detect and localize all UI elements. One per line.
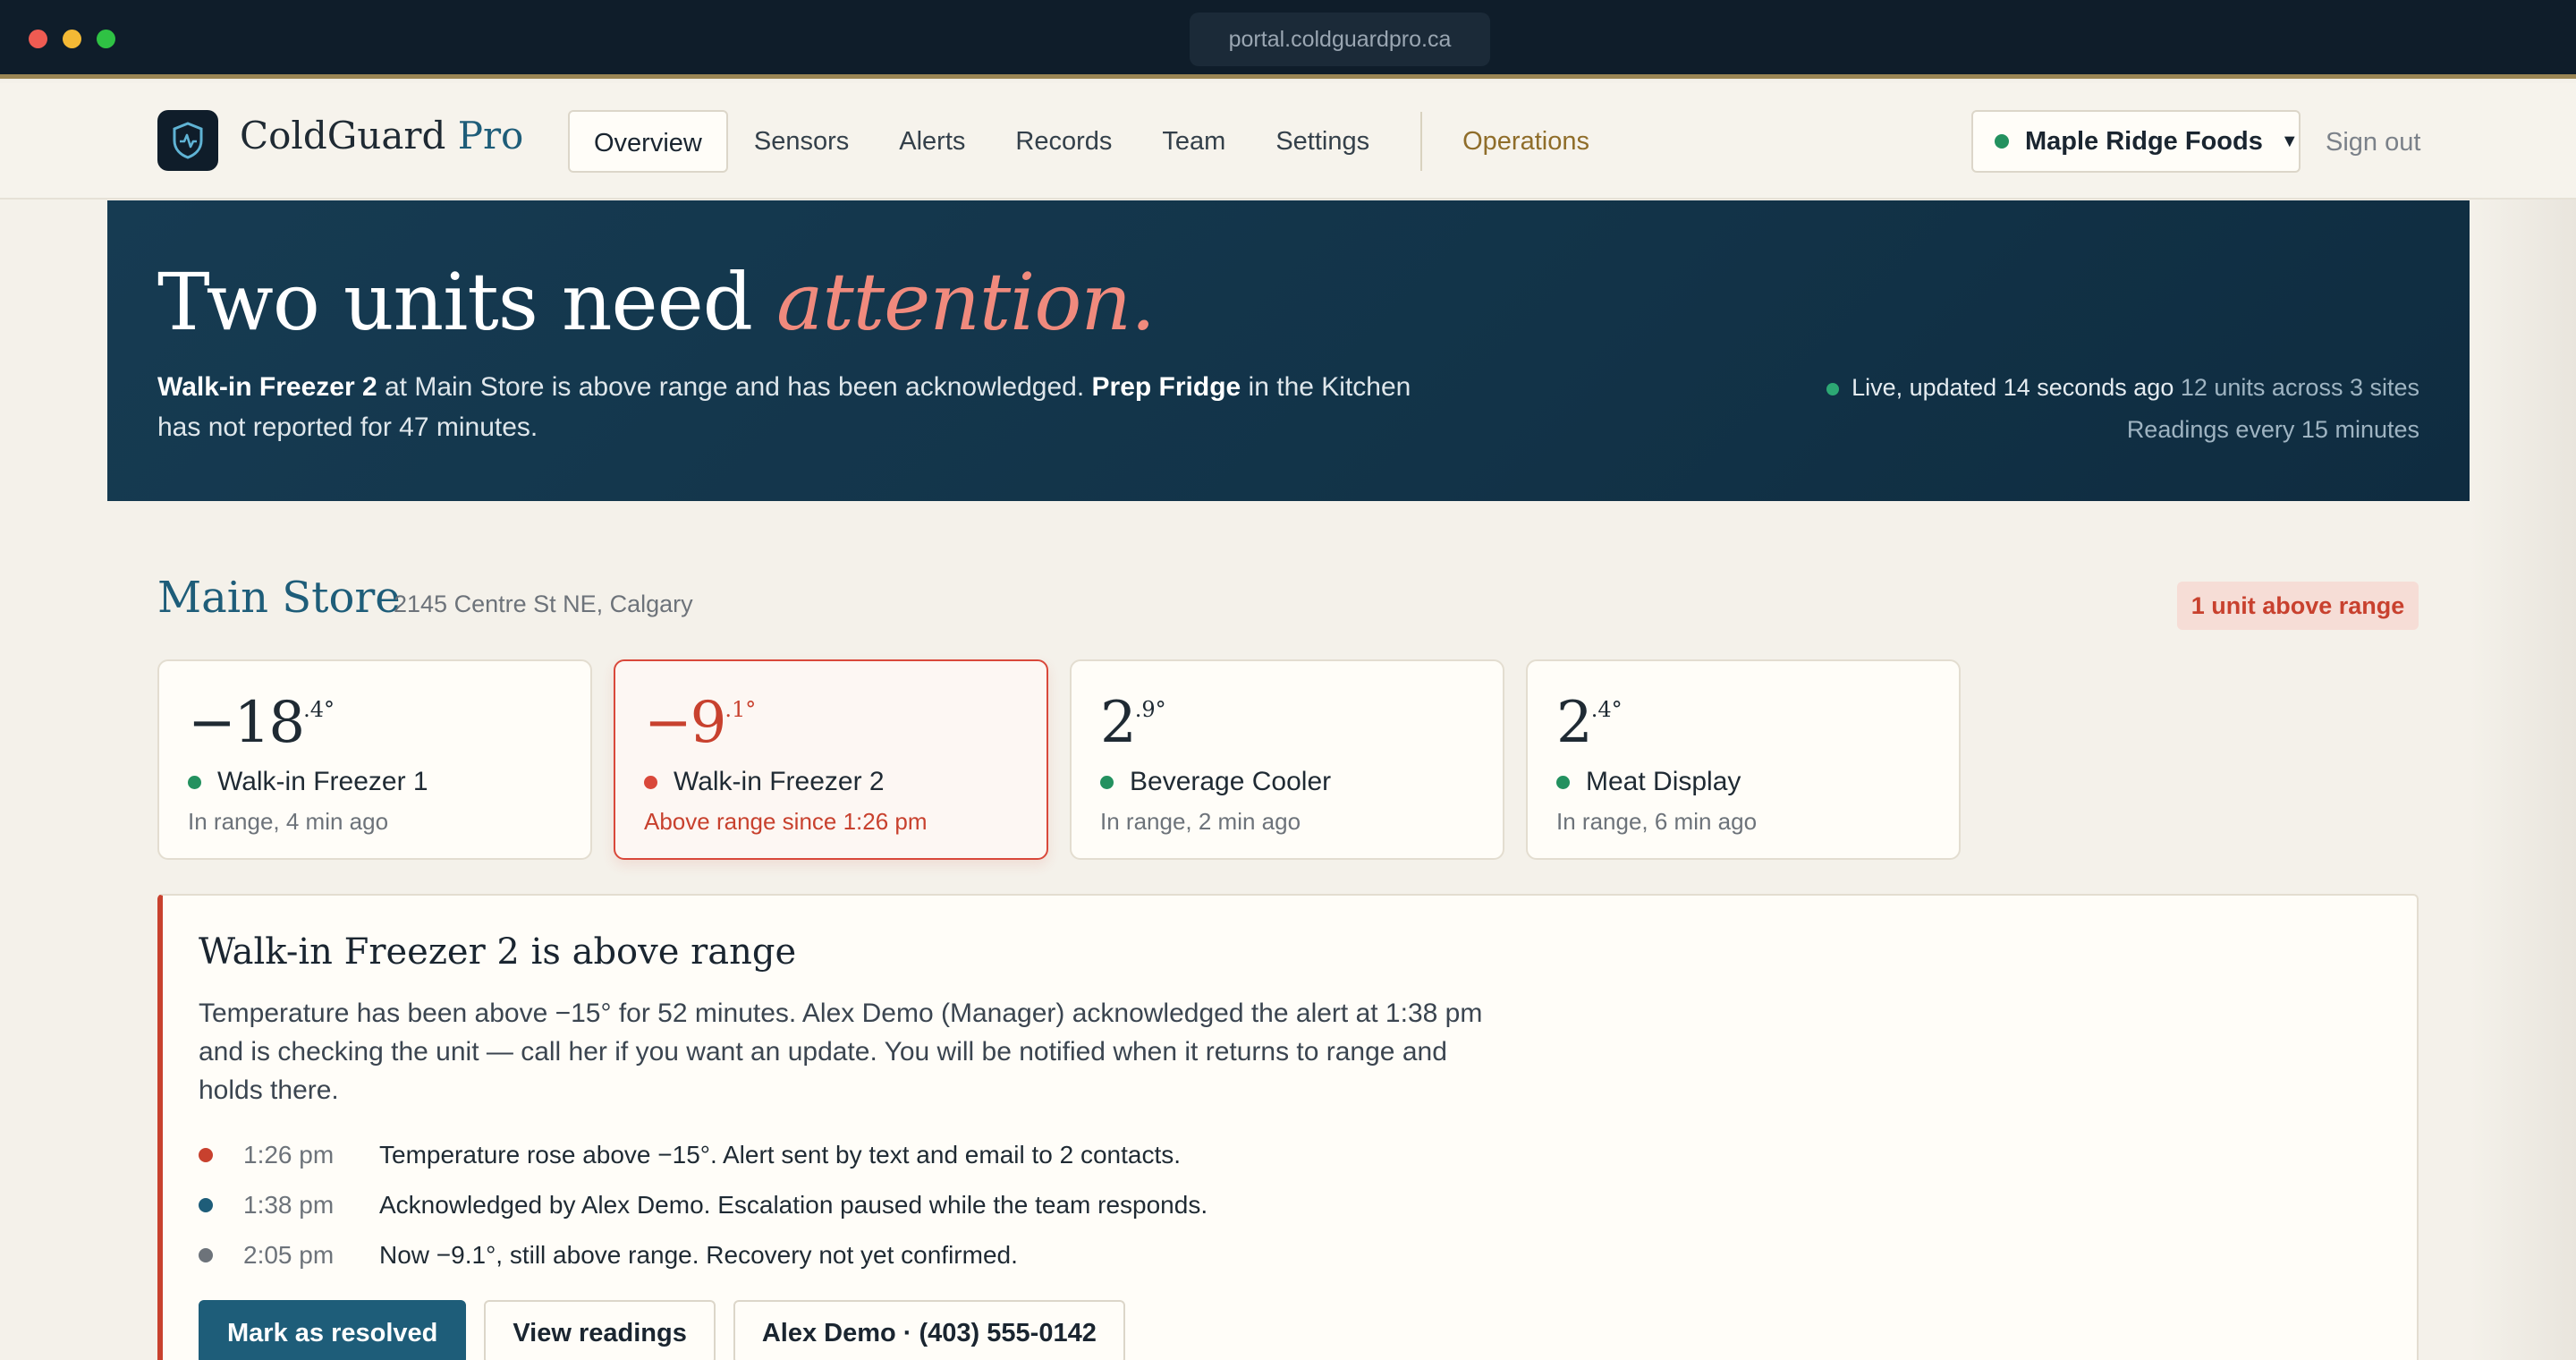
nav-item-team[interactable]: Team — [1138, 110, 1250, 173]
brand-suffix: Pro — [457, 114, 524, 157]
browser-chrome: portal.coldguardpro.ca — [0, 0, 2576, 79]
temperature-decimal: .9° — [1134, 697, 1166, 722]
timeline-item: 1:26 pm Temperature rose above −15°. Ale… — [199, 1130, 1208, 1180]
unit-name: Walk-in Freezer 2 — [644, 767, 885, 797]
close-window-button[interactable] — [29, 30, 47, 48]
scroll-edge — [2469, 200, 2576, 1360]
live-line: Live, updated 14 seconds ago 12 units ac… — [1826, 367, 2419, 409]
incident-actions: Mark as resolved View readings Alex Demo… — [199, 1300, 1143, 1360]
nav-item-records[interactable]: Records — [991, 110, 1136, 173]
timeline-text: Temperature rose above −15°. Alert sent … — [379, 1141, 1182, 1169]
timeline-time: 1:26 pm — [243, 1141, 335, 1169]
unit-card-meat-display[interactable]: 2.4° Meat Display In range, 6 min ago — [1526, 659, 1961, 860]
summary-unit-b[interactable]: Prep Fridge — [1092, 372, 1241, 402]
sign-out-link[interactable]: Sign out — [2326, 128, 2420, 157]
timeline-text: Acknowledged by Alex Demo. Escalation pa… — [379, 1191, 1208, 1219]
summary-unit-a[interactable]: Walk-in Freezer 2 — [157, 372, 377, 402]
nav-item-alerts[interactable]: Alerts — [875, 110, 989, 173]
unit-card-walk-in-freezer-1[interactable]: −18.4° Walk-in Freezer 1 In range, 4 min… — [157, 659, 592, 860]
banner-title: Two units need attention. — [157, 256, 1156, 348]
incident-panel: Walk-in Freezer 2 is above range Tempera… — [157, 894, 2419, 1360]
live-updated-text: Live, updated 14 seconds ago — [1852, 374, 2174, 401]
status-dot — [1556, 775, 1570, 789]
shield-icon — [173, 122, 203, 159]
org-name: Maple Ridge Foods — [2025, 126, 2263, 156]
status-badge[interactable]: 1 unit above range — [2177, 582, 2419, 630]
temperature-whole: 2 — [1556, 690, 1593, 756]
nav-divider — [1420, 112, 1423, 171]
unit-name-label: Meat Display — [1586, 767, 1741, 796]
maximize-window-button[interactable] — [97, 30, 115, 48]
call-contact-button[interactable]: Alex Demo · (403) 555-0142 — [733, 1300, 1125, 1360]
nav-item-operations[interactable]: Operations — [1438, 110, 1614, 173]
unit-name: Walk-in Freezer 1 — [188, 767, 428, 797]
brand-name[interactable]: ColdGuard Pro — [240, 114, 523, 157]
unit-name-label: Walk-in Freezer 2 — [674, 767, 885, 796]
unit-name-label: Walk-in Freezer 1 — [217, 767, 428, 796]
chevron-down-icon: ▼ — [2280, 131, 2299, 151]
unit-name: Beverage Cooler — [1100, 767, 1331, 797]
unit-status: In range, 4 min ago — [188, 808, 389, 835]
banner-summary: Walk-in Freezer 2 at Main Store is above… — [157, 367, 1436, 447]
unit-status: In range, 6 min ago — [1556, 808, 1758, 835]
attention-banner: Two units need attention. Walk-in Freeze… — [107, 200, 2470, 501]
temperature-whole: −18 — [188, 690, 305, 756]
status-dot — [1100, 775, 1114, 789]
incident-timeline: 1:26 pm Temperature rose above −15°. Ale… — [199, 1130, 1208, 1280]
status-dot — [644, 775, 657, 789]
timeline-time: 1:38 pm — [243, 1191, 335, 1219]
unit-temperature: −9.1° — [644, 690, 756, 756]
timeline-time: 2:05 pm — [243, 1241, 335, 1269]
unit-status: Above range since 1:26 pm — [644, 808, 928, 835]
unit-temperature: 2.9° — [1100, 690, 1166, 756]
unit-name: Meat Display — [1556, 767, 1741, 797]
summary-text-a: at Main Store is above range and has bee… — [377, 372, 1092, 402]
timeline-dot — [199, 1248, 213, 1262]
address-bar[interactable]: portal.coldguardpro.ca — [1190, 13, 1490, 66]
live-status: Live, updated 14 seconds ago 12 units ac… — [1826, 367, 2419, 451]
banner-title-accent: attention. — [775, 256, 1156, 348]
timeline-dot — [199, 1198, 213, 1212]
organization-selector[interactable]: Maple Ridge Foods ▼ — [1971, 110, 2301, 173]
unit-status: In range, 2 min ago — [1100, 808, 1301, 835]
banner-title-text: Two units need — [157, 256, 776, 348]
unit-card-walk-in-freezer-2[interactable]: −9.1° Walk-in Freezer 2 Above range sinc… — [614, 659, 1048, 860]
org-status-dot — [1995, 134, 2009, 149]
mark-resolved-button[interactable]: Mark as resolved — [199, 1300, 467, 1360]
temperature-whole: 2 — [1100, 690, 1137, 756]
timeline-item: 1:38 pm Acknowledged by Alex Demo. Escal… — [199, 1180, 1208, 1230]
top-nav: ColdGuard Pro Overview Sensors Alerts Re… — [0, 83, 2576, 200]
incident-title: Walk-in Freezer 2 is above range — [199, 931, 797, 973]
temperature-decimal: .4° — [1590, 697, 1623, 722]
temperature-decimal: .1° — [724, 697, 757, 722]
timeline-text: Now −9.1°, still above range. Recovery n… — [379, 1241, 1018, 1269]
store-name[interactable]: Main Store — [157, 573, 401, 623]
temperature-whole: −9 — [644, 690, 726, 756]
unit-temperature: −18.4° — [188, 690, 335, 756]
timeline-dot — [199, 1148, 213, 1162]
live-indicator-dot — [1826, 382, 1840, 395]
temperature-decimal: .4° — [303, 697, 335, 722]
timeline-item: 2:05 pm Now −9.1°, still above range. Re… — [199, 1230, 1208, 1280]
nav-links: Overview Sensors Alerts Records Team Set… — [568, 110, 1615, 173]
nav-item-settings[interactable]: Settings — [1251, 110, 1394, 173]
units-summary: 12 units across 3 sites — [2180, 374, 2419, 401]
brand-main: ColdGuard — [240, 114, 446, 157]
incident-description: Temperature has been above −15° for 52 m… — [199, 999, 1483, 1105]
status-dot — [188, 775, 201, 789]
unit-card-beverage-cooler[interactable]: 2.9° Beverage Cooler In range, 2 min ago — [1070, 659, 1504, 860]
logo[interactable] — [157, 110, 218, 171]
unit-temperature: 2.4° — [1556, 690, 1623, 756]
unit-name-label: Beverage Cooler — [1130, 767, 1332, 796]
minimize-window-button[interactable] — [63, 30, 81, 48]
reading-cadence: Readings every 15 minutes — [2126, 416, 2419, 443]
view-readings-button[interactable]: View readings — [484, 1300, 716, 1360]
store-address: 2145 Centre St NE, Calgary — [394, 591, 693, 617]
nav-item-sensors[interactable]: Sensors — [730, 110, 873, 173]
nav-item-overview[interactable]: Overview — [568, 110, 728, 173]
